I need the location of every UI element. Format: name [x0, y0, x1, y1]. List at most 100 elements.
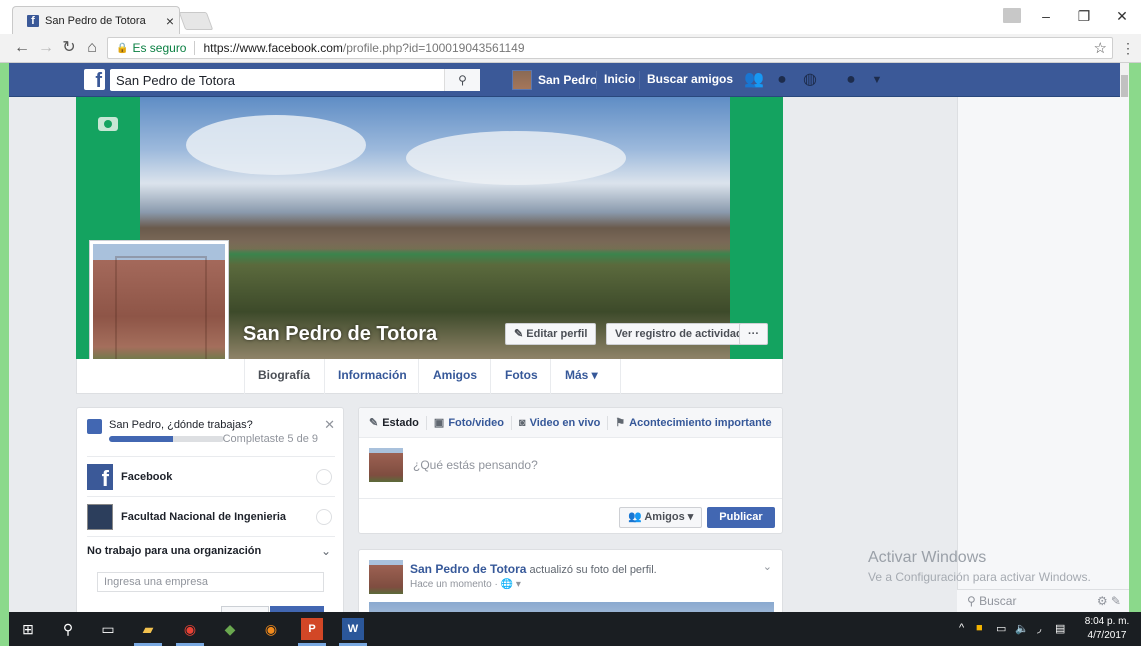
- cloud: [186, 115, 366, 175]
- close-window-button[interactable]: ✕: [1110, 8, 1134, 26]
- find-friends-link[interactable]: Buscar amigos: [647, 72, 733, 86]
- divider: [639, 71, 640, 89]
- tab-timeline[interactable]: Biografía: [258, 368, 310, 382]
- briefcase-icon: [87, 419, 102, 434]
- divider: [324, 359, 325, 394]
- post-timestamp[interactable]: Hace un momento · 🌐 ▾: [410, 579, 521, 590]
- minecraft-icon[interactable]: ◆: [219, 618, 241, 640]
- life-event-action[interactable]: ⚑ Acontecimiento importante: [615, 416, 771, 430]
- composer-actions: ✎ Estado ▣ Foto/video ◙ Video en vivo ⚑ Acon…: [359, 408, 782, 438]
- radio-button[interactable]: [316, 468, 332, 485]
- firefox-icon[interactable]: ◉: [260, 618, 282, 640]
- radio-button[interactable]: [316, 508, 332, 525]
- wifi-icon[interactable]: ◞: [1037, 622, 1041, 635]
- account-menu-chevron-icon[interactable]: ▼: [868, 71, 886, 89]
- audience-label: Amigos: [644, 511, 685, 523]
- friend-requests-icon[interactable]: 👥: [744, 71, 764, 89]
- word-icon[interactable]: W: [342, 618, 364, 640]
- tab-about[interactable]: Información: [338, 368, 407, 382]
- profile-shortcut[interactable]: San Pedro: [512, 69, 597, 91]
- chevron-down-icon: ▾: [684, 511, 694, 523]
- messages-icon[interactable]: ●: [773, 71, 791, 89]
- tray-chevron-icon[interactable]: ^: [959, 622, 964, 634]
- post-options-chevron-icon[interactable]: ⌄: [763, 560, 772, 573]
- forward-button[interactable]: →: [36, 38, 56, 58]
- page-title[interactable]: San Pedro de Totora: [243, 323, 437, 346]
- new-tab-button[interactable]: [178, 12, 214, 30]
- post-image[interactable]: [369, 602, 774, 612]
- search-input[interactable]: [110, 70, 440, 90]
- divider: [244, 359, 245, 394]
- battery-icon[interactable]: ▭: [996, 622, 1006, 635]
- publish-button[interactable]: Publicar: [707, 507, 775, 528]
- work-prompt-card: San Pedro, ¿dónde trabajas? ✕ Completast…: [76, 407, 344, 612]
- pencil-icon: ✎: [369, 417, 379, 429]
- friends-icon: 👥: [628, 511, 645, 523]
- profile-shortcut-label: San Pedro: [538, 73, 598, 87]
- divider: [490, 359, 491, 394]
- post-author-link[interactable]: San Pedro de Totora: [410, 562, 526, 576]
- file-explorer-icon[interactable]: ▰: [137, 618, 159, 640]
- minimize-button[interactable]: –: [1034, 8, 1058, 26]
- composer-input[interactable]: ¿Qué estás pensando?: [413, 458, 538, 472]
- search-icon: ⚲: [967, 594, 980, 608]
- live-video-label: Video en vivo: [529, 416, 601, 429]
- activity-log-button[interactable]: Ver registro de actividad: [606, 323, 752, 345]
- tab-title: San Pedro de Totora: [45, 14, 146, 27]
- more-options-button[interactable]: ···: [739, 323, 768, 345]
- progress-text: Completaste 5 de 9: [222, 433, 318, 445]
- bookmark-star-icon[interactable]: ☆: [1094, 39, 1107, 57]
- camera-icon[interactable]: [98, 117, 118, 131]
- status-action[interactable]: ✎ Estado: [369, 416, 419, 430]
- divider: [607, 415, 609, 430]
- address-bar-row: ← → ↻ ⌂ 🔒 Es seguro https://www.facebook…: [0, 34, 1141, 63]
- tab-friends[interactable]: Amigos: [433, 368, 477, 382]
- work-prompt-header: San Pedro, ¿dónde trabajas? ✕ Completast…: [87, 417, 335, 448]
- no-work-option[interactable]: No trabajo para una organización ⌄: [87, 536, 335, 564]
- search-icon[interactable]: ⚲: [57, 618, 79, 640]
- powerpoint-icon[interactable]: P: [301, 618, 323, 640]
- profile-icon[interactable]: [1003, 8, 1021, 23]
- task-view-icon[interactable]: ▭: [97, 618, 119, 640]
- audience-selector[interactable]: 👥 Amigos ▾: [619, 507, 703, 528]
- avatar[interactable]: [369, 560, 403, 594]
- browser-menu-icon[interactable]: ⋮: [1121, 40, 1135, 57]
- search-icon[interactable]: ⚲: [444, 69, 480, 91]
- tray-app-icon[interactable]: ■: [976, 622, 983, 634]
- work-option-facebook[interactable]: f Facebook: [87, 456, 335, 496]
- restore-button[interactable]: ❐: [1072, 8, 1096, 26]
- tab-photos[interactable]: Fotos: [505, 368, 538, 382]
- back-button[interactable]: ←: [12, 38, 32, 58]
- edit-profile-button[interactable]: ✎ Editar perfil: [505, 323, 597, 345]
- volume-icon[interactable]: 🔈: [1015, 622, 1029, 635]
- tab-more[interactable]: Más ▾: [565, 368, 598, 382]
- settings-gear-icon[interactable]: ⚙ ✎: [1097, 594, 1121, 608]
- chat-search[interactable]: ⚲ Buscar ⚙ ✎: [957, 589, 1129, 612]
- url-input[interactable]: 🔒 Es seguro https://www.facebook.com /pr…: [107, 37, 1113, 59]
- work-option-university[interactable]: Facultad Nacional de Ingenieria: [87, 496, 335, 536]
- lock-icon: 🔒: [116, 42, 129, 54]
- close-tab-icon[interactable]: ×: [161, 13, 179, 29]
- chat-sidebar: [957, 97, 1129, 612]
- system-clock[interactable]: 8:04 p. m. 4/7/2017: [1079, 615, 1135, 643]
- live-video-action[interactable]: ◙ Video en vivo: [519, 417, 600, 429]
- work-question: San Pedro, ¿dónde trabajas?: [109, 419, 253, 431]
- reload-button[interactable]: ↻: [59, 38, 79, 58]
- windows-start-icon[interactable]: ⊞: [17, 618, 39, 640]
- facebook-logo-icon[interactable]: f: [84, 69, 105, 92]
- facebook-favicon-icon: f: [27, 14, 39, 27]
- close-icon[interactable]: ✕: [324, 417, 335, 433]
- action-center-icon[interactable]: ▤: [1055, 622, 1065, 635]
- company-input[interactable]: [97, 572, 324, 592]
- chrome-icon[interactable]: ◉: [179, 618, 201, 640]
- home-button[interactable]: ⌂: [82, 38, 102, 58]
- post-action-text: actualizó su foto del perfil.: [529, 564, 657, 576]
- divider: [510, 415, 512, 430]
- notifications-globe-icon[interactable]: ◍: [801, 71, 819, 89]
- browser-tab[interactable]: f San Pedro de Totora ×: [12, 6, 180, 34]
- photo-video-action[interactable]: ▣ Foto/video: [434, 416, 504, 430]
- feed-post: San Pedro de Totora actualizó su foto de…: [358, 549, 783, 612]
- home-link[interactable]: Inicio: [604, 72, 635, 86]
- university-crest-icon: [87, 503, 113, 530]
- help-icon[interactable]: ●: [842, 71, 860, 89]
